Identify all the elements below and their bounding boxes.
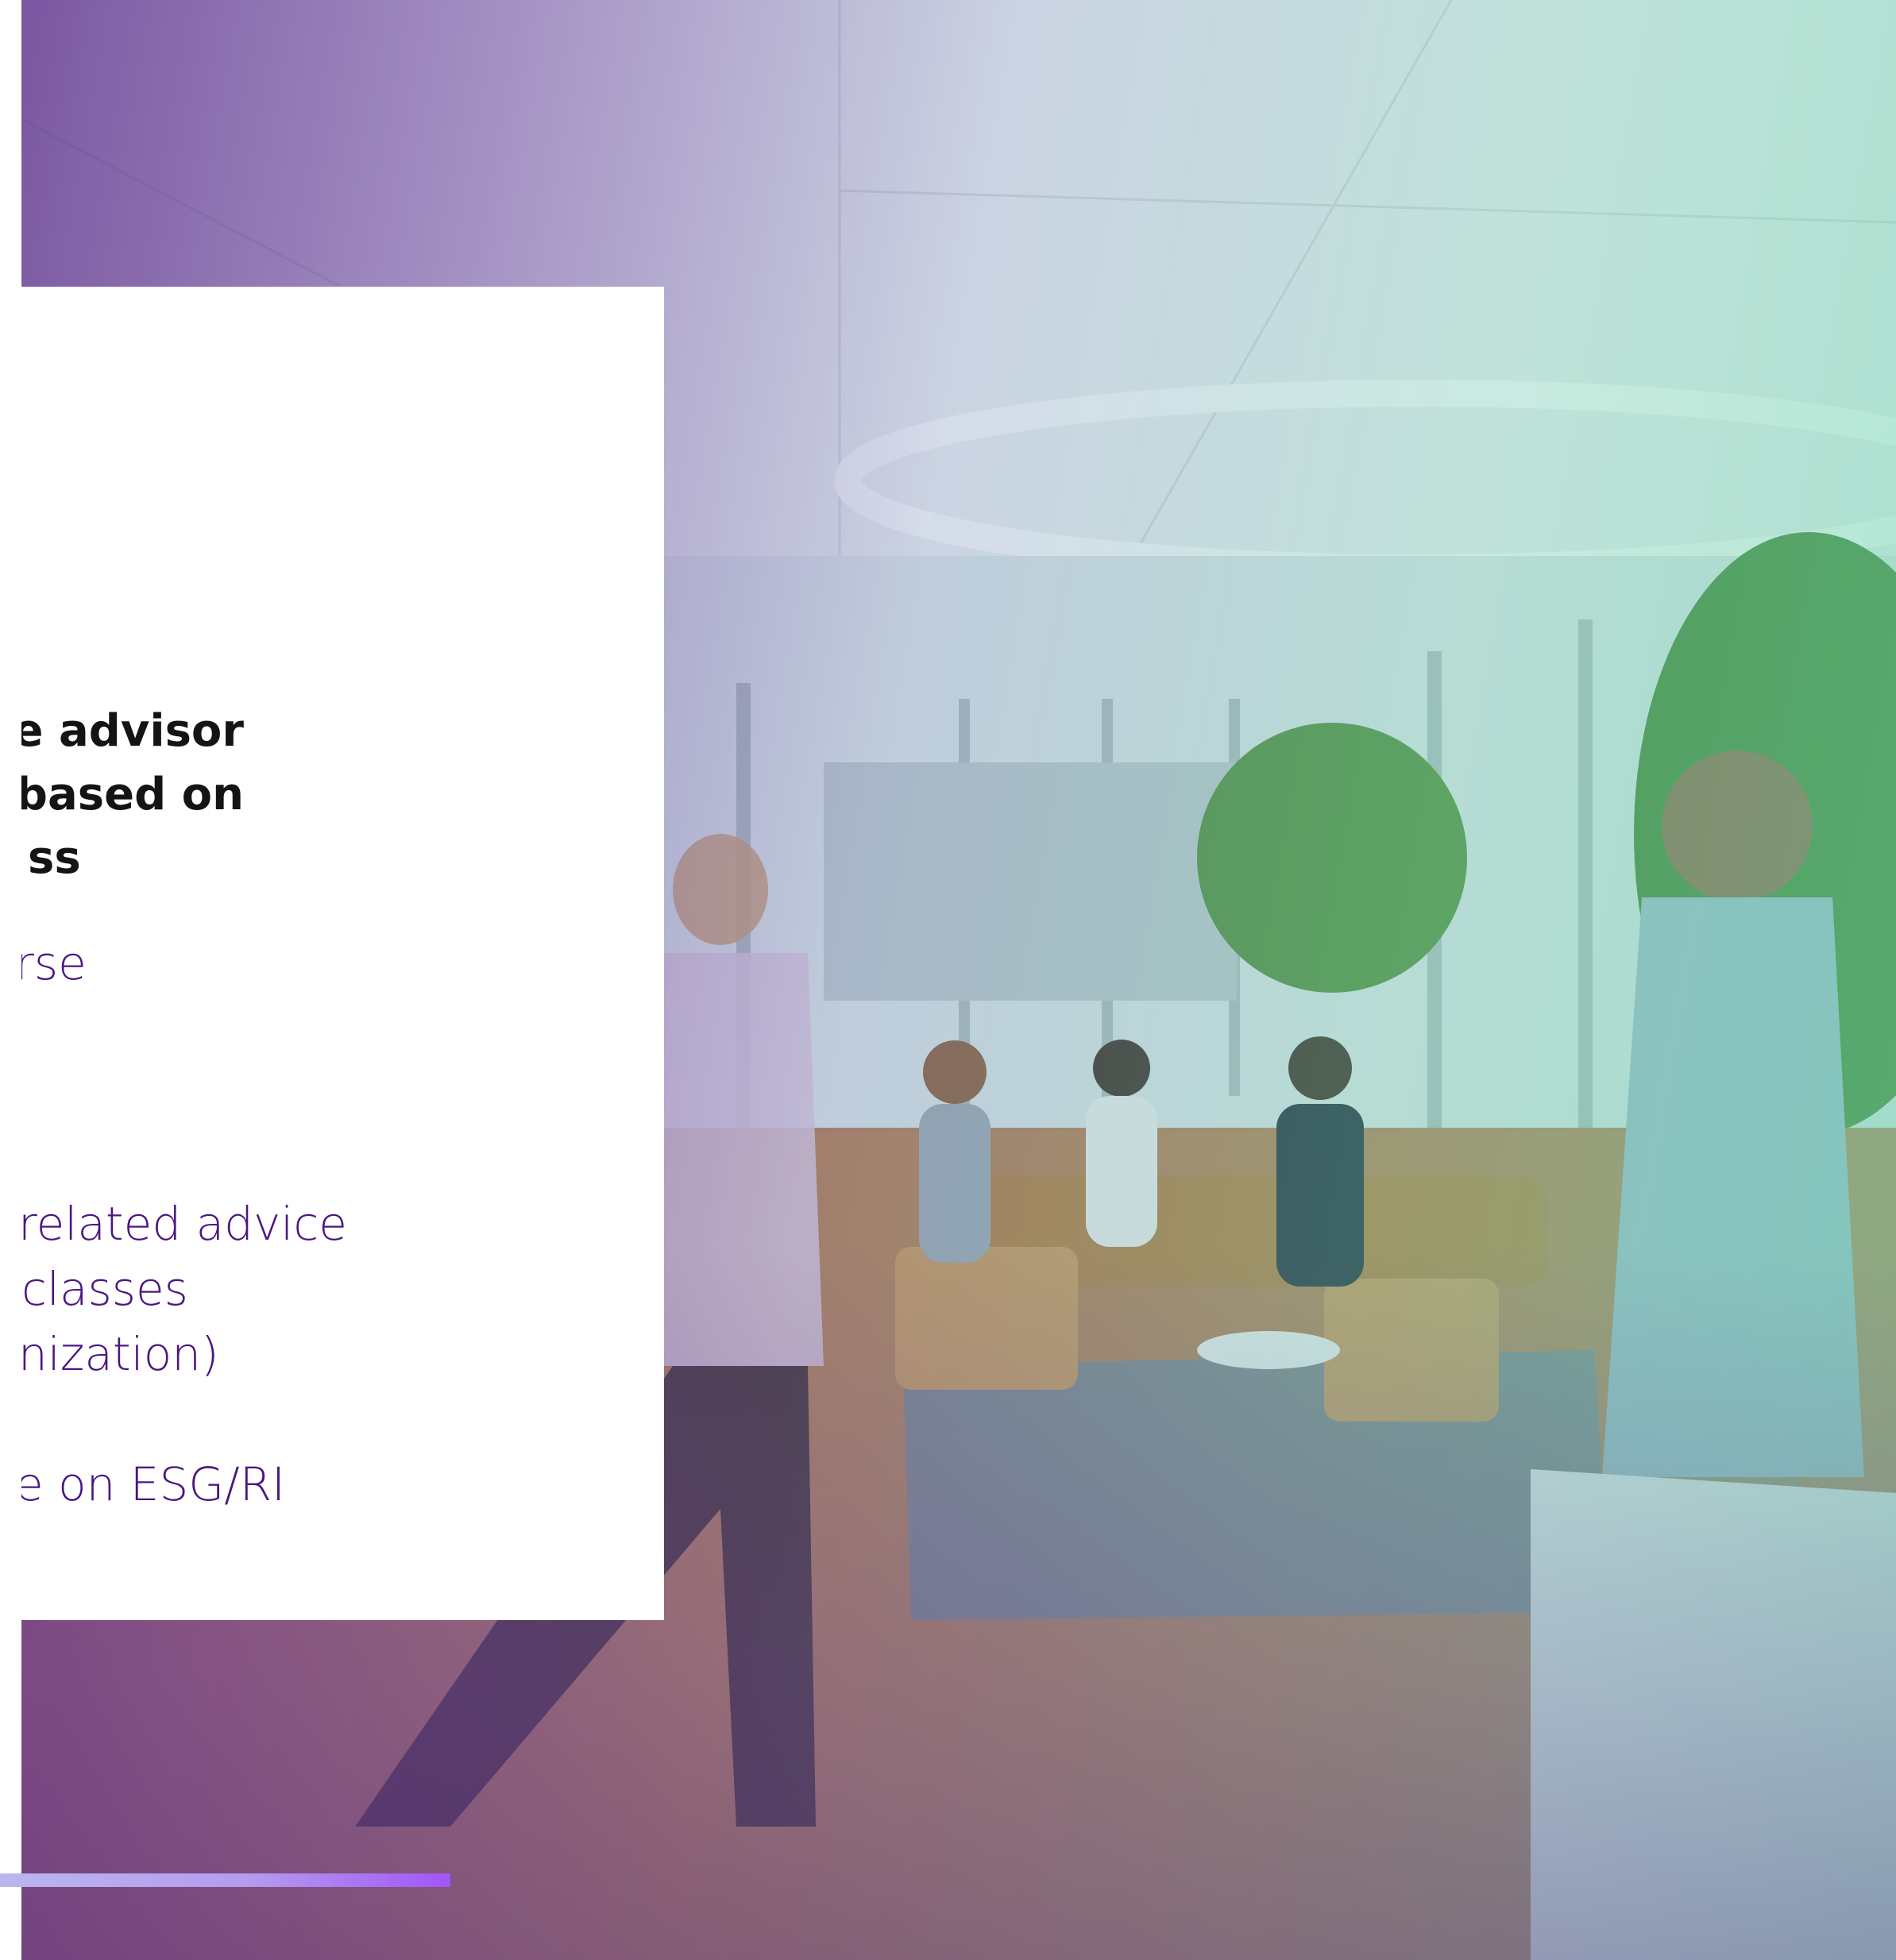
armchair-right <box>1324 1279 1499 1422</box>
heading-line-3: ss <box>28 832 81 884</box>
body-line-1: rse <box>21 936 87 990</box>
body-line-4: nization) <box>21 1327 219 1381</box>
plant-left <box>1197 723 1467 993</box>
coffee-table <box>1197 1331 1340 1369</box>
distant-building <box>824 762 1237 1001</box>
heading-line-1: e advisor <box>21 705 244 757</box>
heading-line-2: based on <box>21 769 244 820</box>
content-card: e advisor based on ss rse related advice… <box>21 287 664 1620</box>
rug <box>903 1350 1610 1620</box>
white-counter <box>1531 1469 1896 1960</box>
card-heading: e advisor based on ss <box>21 700 244 890</box>
body-line-5: e on ESG/RI <box>21 1457 286 1511</box>
slide-canvas: e advisor based on ss rse related advice… <box>0 0 1896 1960</box>
accent-gradient-bar <box>0 1873 450 1887</box>
body-line-2: related advice <box>21 1197 347 1251</box>
body-line-3: classes <box>21 1262 188 1316</box>
armchair-left <box>895 1247 1078 1390</box>
